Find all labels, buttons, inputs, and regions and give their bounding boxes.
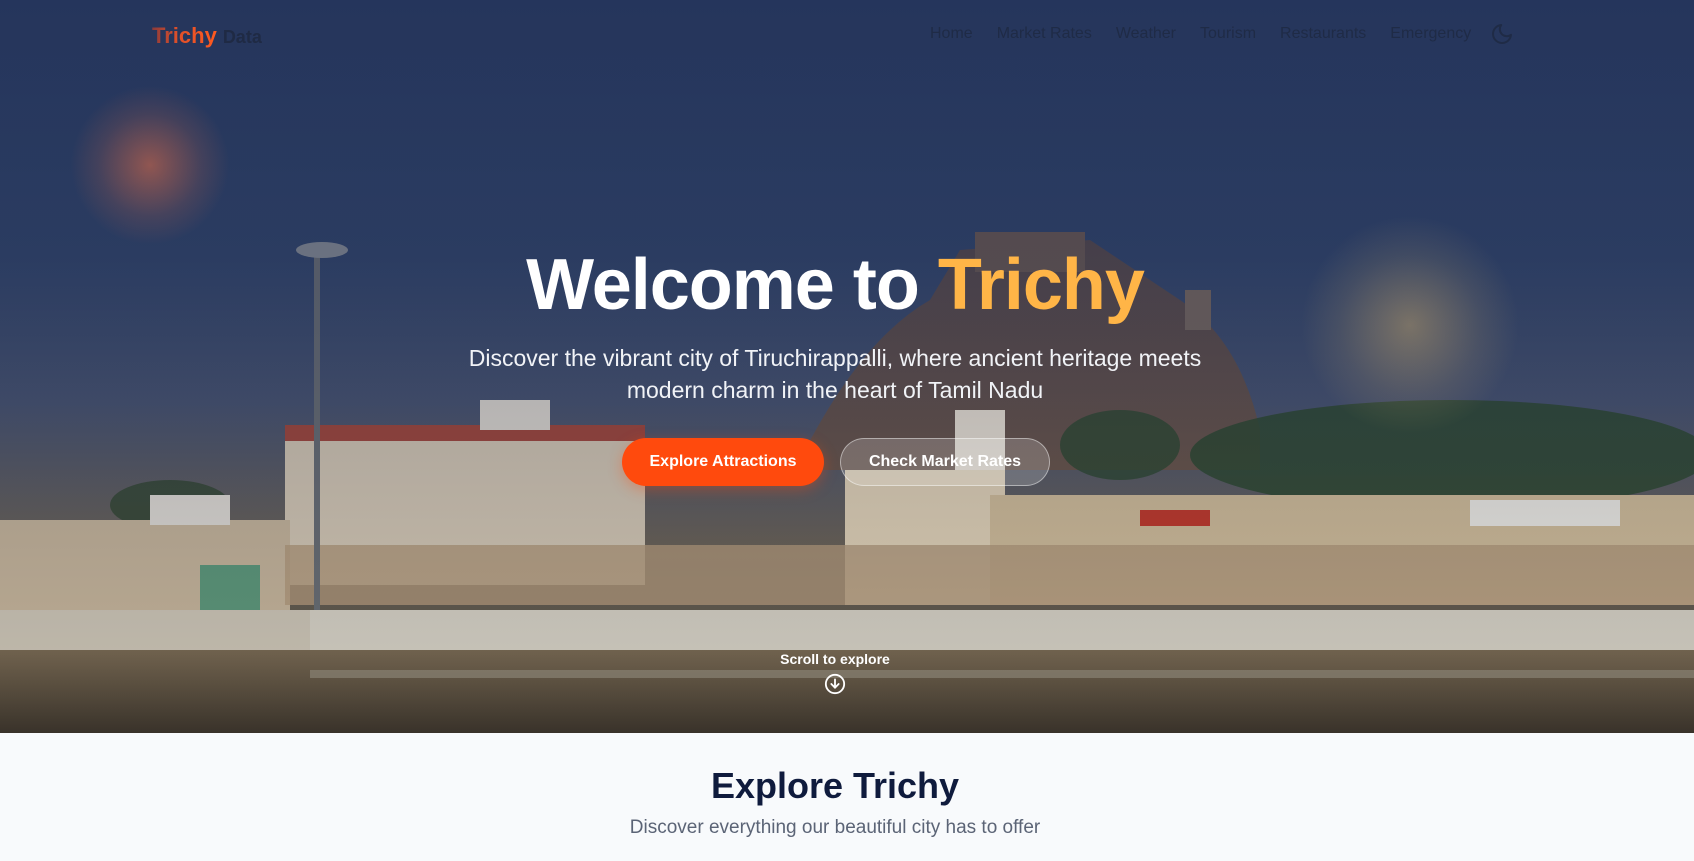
explore-subtitle: Discover everything our beautiful city h… — [629, 817, 1041, 838]
nav-link-emergency[interactable]: Emergency — [1390, 25, 1471, 43]
arrow-down-circle-icon[interactable] — [824, 673, 846, 695]
hero-title-accent: Trichy — [937, 245, 1145, 325]
nav-links: Home Market Rates Weather Tourism Restau… — [930, 25, 1495, 43]
nav-link-weather[interactable]: Weather — [1116, 25, 1176, 43]
hero-subtitle: Discover the vibrant city of Tiruchirapp… — [468, 345, 1202, 403]
decorative-glow — [70, 85, 230, 245]
hero-title-prefix: Welcome to — [526, 245, 938, 325]
hero-title: Welcome to Trichy — [0, 244, 1670, 326]
explore-attractions-button[interactable]: Explore Attractions — [622, 438, 824, 486]
top-navbar: Trichy Data Home Market Rates Weather Tou… — [0, 0, 1694, 70]
nav-link-market-rates[interactable]: Market Rates — [997, 25, 1092, 43]
explore-title: Explore Trichy — [710, 765, 960, 806]
nav-link-tourism[interactable]: Tourism — [1200, 25, 1256, 43]
hero-section: Trichy Data Home Market Rates Weather Tou… — [0, 0, 1694, 733]
nav-link-home[interactable]: Home — [930, 25, 973, 43]
moon-icon[interactable] — [1490, 22, 1514, 46]
check-market-rates-button[interactable]: Check Market Rates — [840, 438, 1050, 486]
scroll-hint-text: Scroll to explore — [780, 651, 890, 667]
nav-link-restaurants[interactable]: Restaurants — [1280, 25, 1366, 43]
logo-brand-text: Trichy — [152, 23, 217, 48]
logo-sub-text: Data — [222, 27, 262, 47]
site-logo[interactable]: Trichy Data — [152, 23, 262, 49]
explore-section: Explore Trichy Discover everything our b… — [0, 733, 1694, 861]
